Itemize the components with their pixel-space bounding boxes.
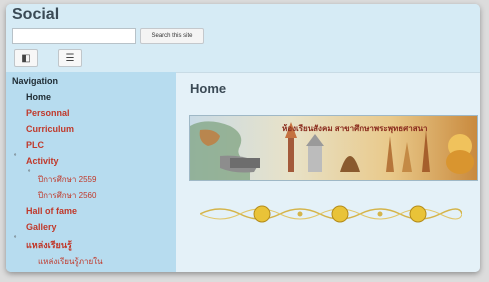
sidebar-item-internal-resources[interactable]: แหล่งเรียนรู้ภายใน <box>38 255 103 268</box>
expand-bullet-icon[interactable]: ˚ <box>14 235 17 244</box>
expand-bullet-icon[interactable]: ˚ <box>14 153 17 162</box>
search-button[interactable]: Search this site <box>140 28 204 44</box>
sidebar-item-year-2559[interactable]: ปีการศึกษา 2559 <box>38 173 96 186</box>
sidebar-item-plc[interactable]: PLC <box>26 140 44 150</box>
main-content: Home ห้องเรียนสังคม สาขาศึกษาพระพุทธศาสน… <box>176 72 480 272</box>
sidebar-toggle-icon: ◧ <box>21 52 31 64</box>
sidebar-item-activity[interactable]: Activity <box>26 156 59 166</box>
banner-collage-illustration: ห้องเรียนสังคม สาขาศึกษาพระพุทธศาสนา <box>190 116 477 180</box>
search-input[interactable] <box>12 28 136 44</box>
sidebar-item-home[interactable]: Home <box>26 92 51 102</box>
menu-button[interactable]: ☰ <box>58 49 82 67</box>
page-title: Home <box>190 81 227 96</box>
gold-ornament-divider <box>200 205 462 223</box>
sidebar-item-hall-of-fame[interactable]: Hall of fame <box>26 206 77 216</box>
banner-caption: ห้องเรียนสังคม สาขาศึกษาพระพุทธศาสนา <box>282 123 428 134</box>
sidebar-item-year-2560[interactable]: ปีการศึกษา 2560 <box>38 189 96 202</box>
site-title[interactable]: Social <box>12 6 59 24</box>
sidebar-item-curriculum[interactable]: Curriculum <box>26 124 74 134</box>
header-banner-image: ห้องเรียนสังคม สาขาศึกษาพระพุทธศาสนา <box>189 115 478 181</box>
menu-icon: ☰ <box>65 52 75 64</box>
sidebar-toggle-button[interactable]: ◧ <box>14 49 38 67</box>
sidebar-item-personnal[interactable]: Personnal <box>26 108 70 118</box>
sidebar-item-gallery[interactable]: Gallery <box>26 222 57 232</box>
content-divider <box>176 72 480 73</box>
sidebar-navigation: Navigation Home Personnal Curriculum PLC… <box>6 72 176 272</box>
navigation-heading: Navigation <box>12 76 59 86</box>
sidebar-item-learning-resources[interactable]: แหล่งเรียนรู้ <box>26 238 72 252</box>
browser-frame: Social Search this site ◧ ☰ Navigation H… <box>6 4 480 272</box>
expand-bullet-icon[interactable]: ˚ <box>28 169 31 178</box>
site-header: Social Search this site ◧ ☰ <box>6 4 480 72</box>
